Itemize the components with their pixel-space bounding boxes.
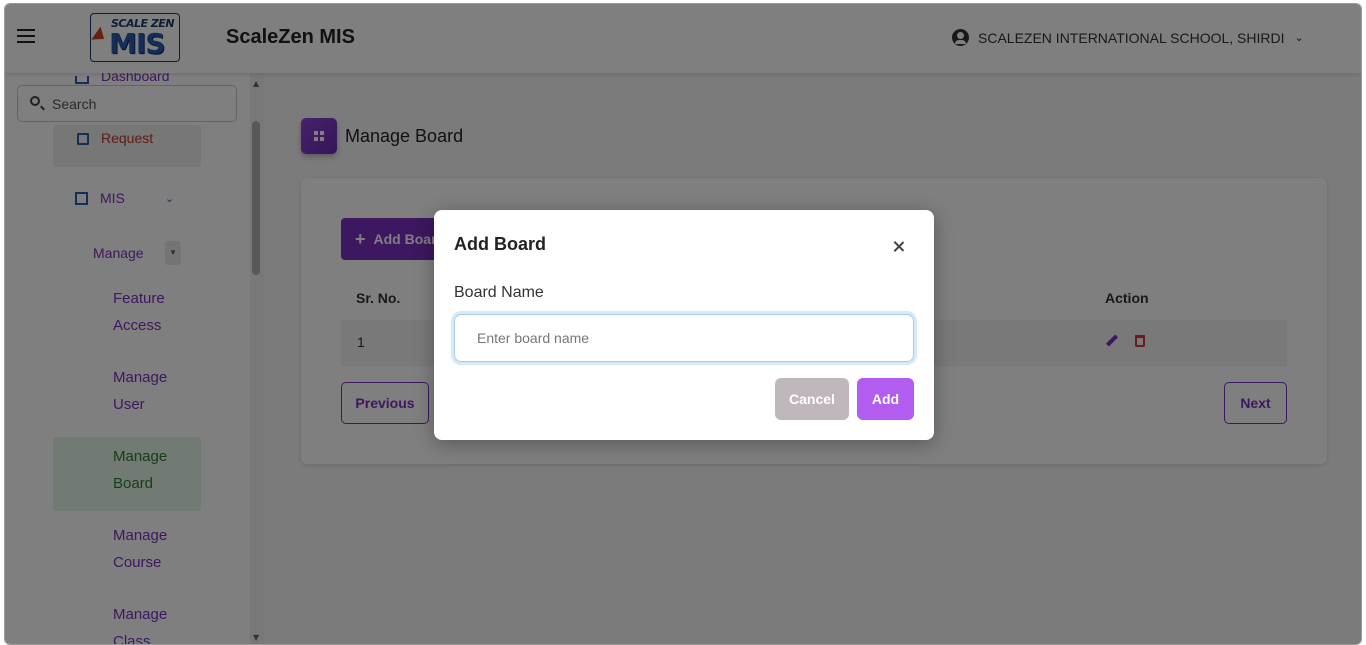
board-name-input[interactable] bbox=[454, 314, 914, 362]
board-name-label: Board Name bbox=[454, 284, 544, 301]
add-button[interactable]: Add bbox=[857, 378, 914, 420]
dialog-title: Add Board bbox=[454, 234, 546, 254]
add-board-dialog: Add Board Board Name Cancel Add bbox=[434, 210, 934, 440]
close-icon[interactable] bbox=[890, 238, 908, 256]
app-window: SCALE ZEN MIS ScaleZen MIS SCALEZEN INTE… bbox=[4, 3, 1362, 645]
cancel-button[interactable]: Cancel bbox=[775, 378, 849, 420]
